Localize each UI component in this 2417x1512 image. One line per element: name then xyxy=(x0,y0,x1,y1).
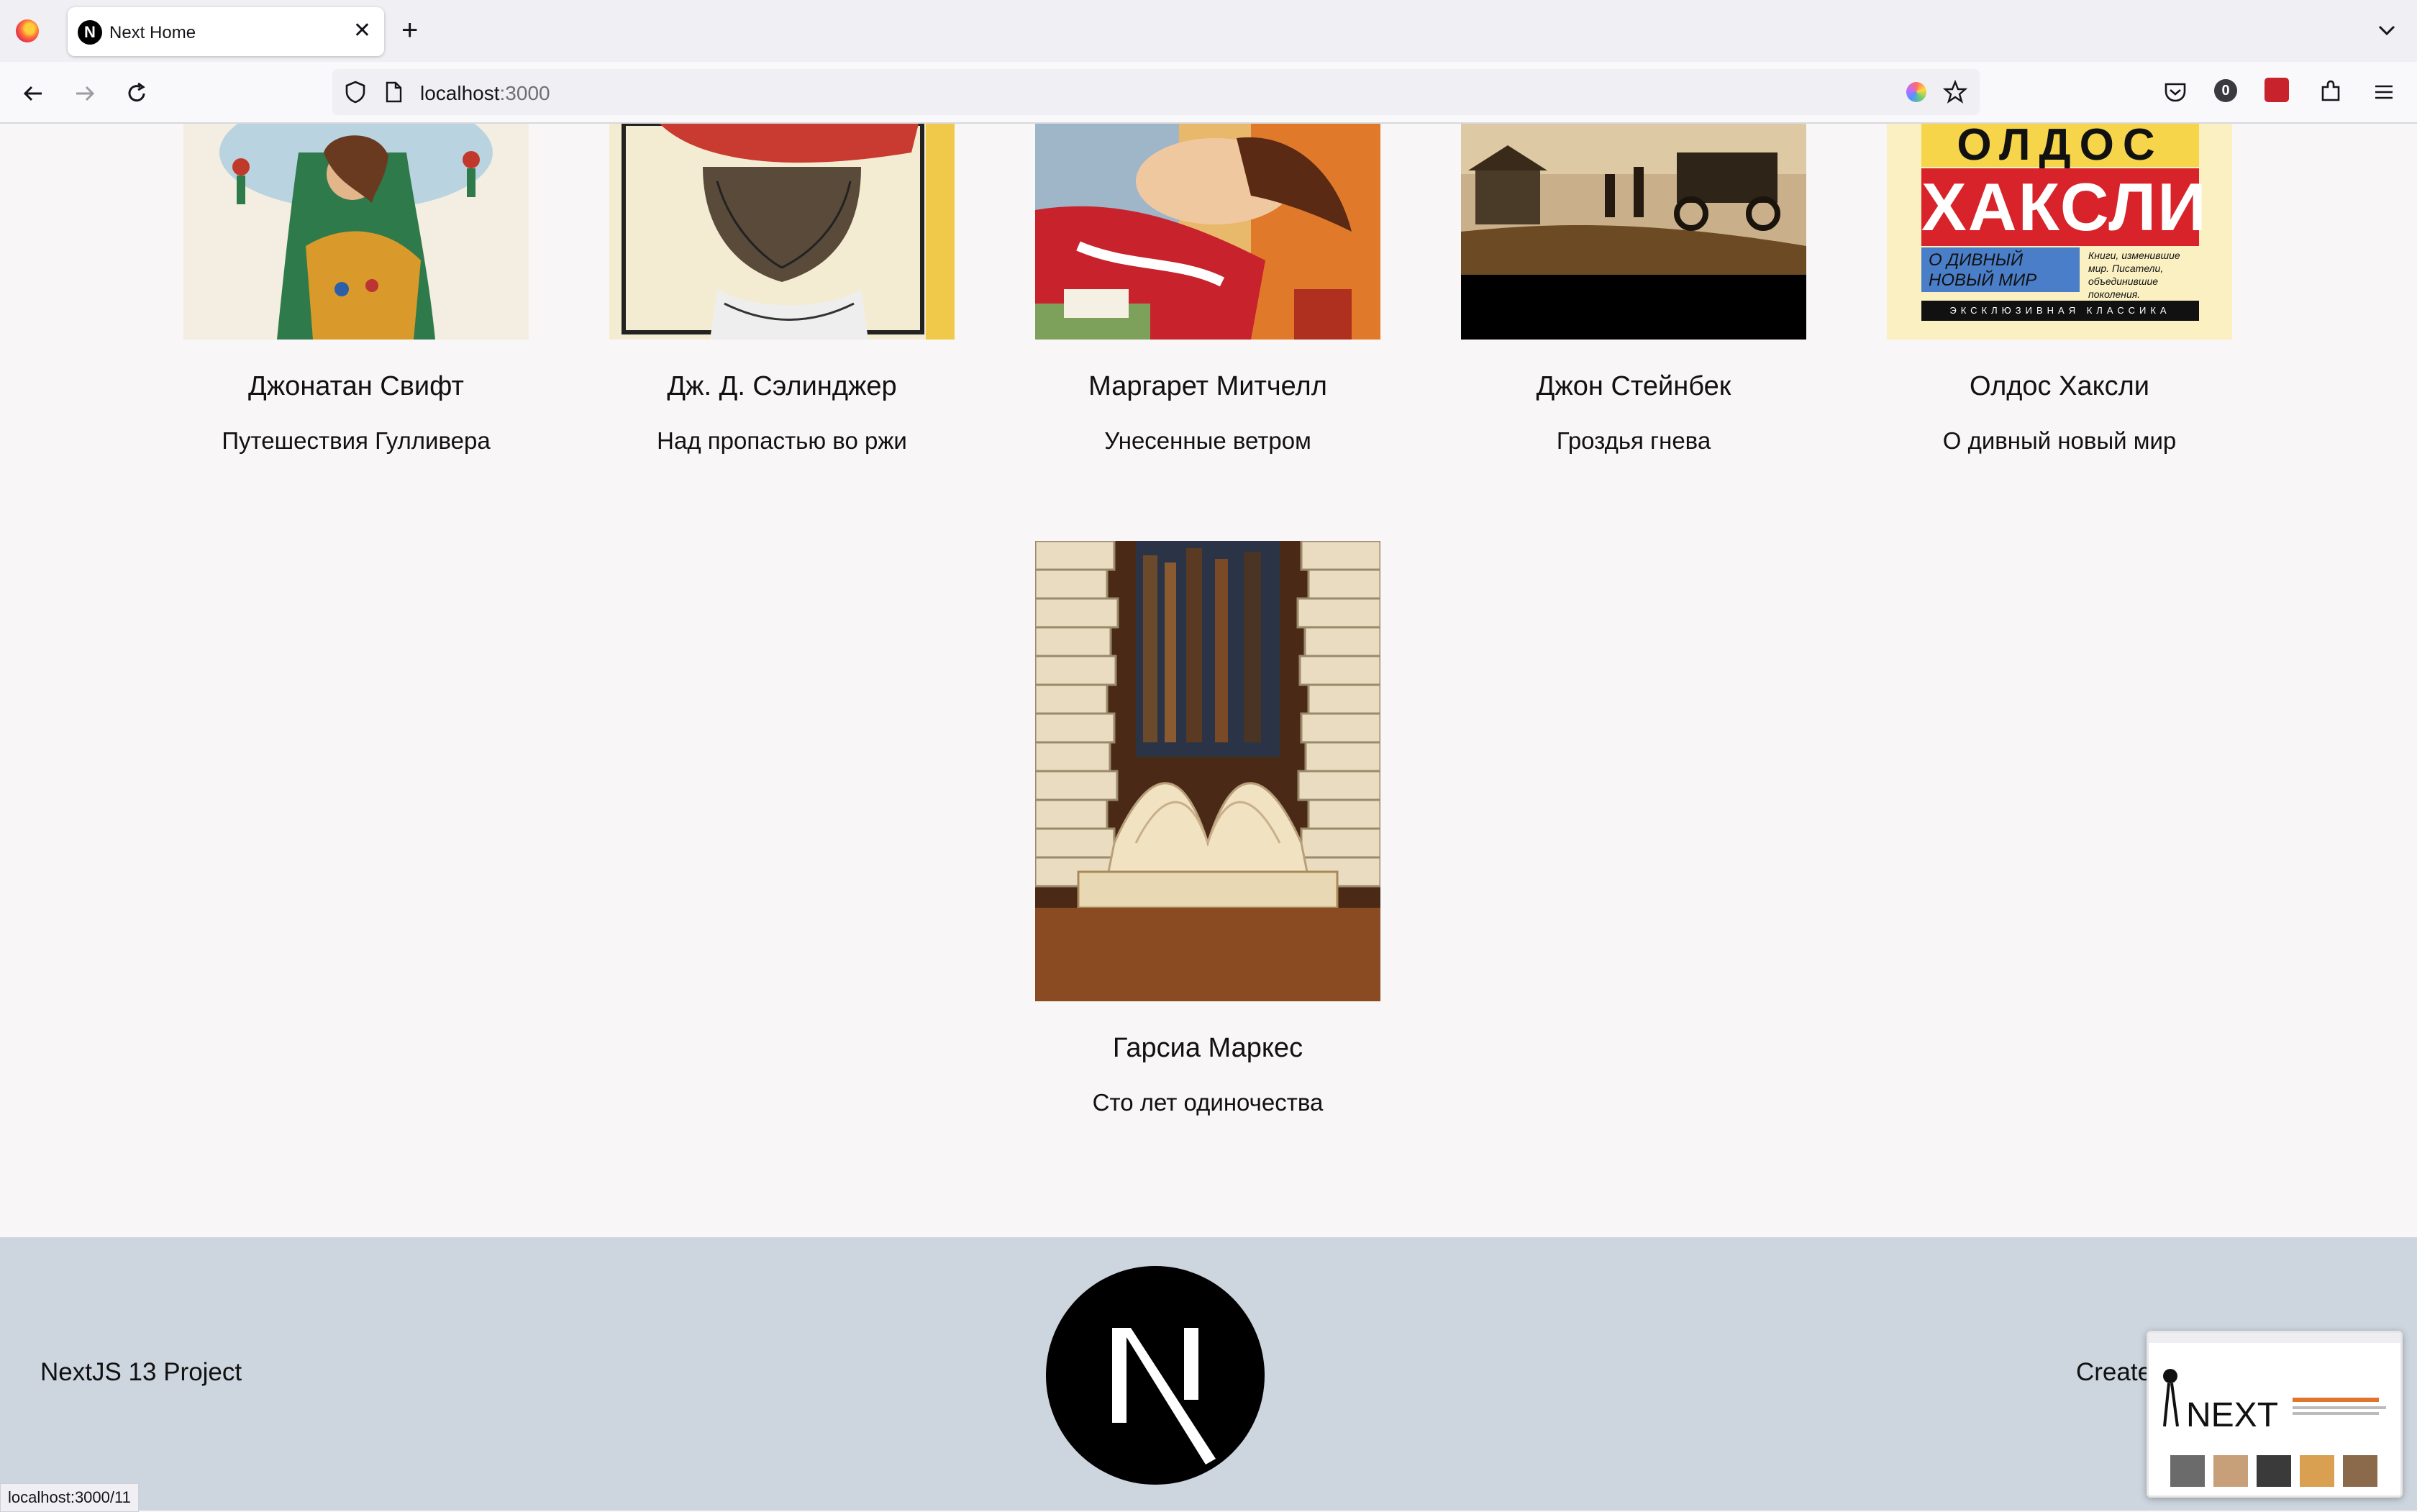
book-author: Джонатан Свифт xyxy=(248,371,464,401)
svg-text:NEXT: NEXT xyxy=(2186,1396,2278,1434)
shield-icon[interactable] xyxy=(342,79,368,105)
red-extension-icon[interactable] xyxy=(2264,78,2289,102)
book-cover[interactable] xyxy=(1461,124,1806,340)
book-title: Сто лет одиночества xyxy=(1092,1089,1324,1116)
site-footer: NextJS 13 Project Create xyxy=(0,1237,2417,1511)
book-cover[interactable]: ОЛДОС ХАКСЛИ О ДИВНЫЙ НОВЫЙ МИР Книги, и… xyxy=(1887,124,2232,340)
grapes-of-wrath-cover-image xyxy=(1461,124,1806,340)
page-preview-thumbnail[interactable]: NEXT xyxy=(2147,1331,2403,1498)
cover-series-text: ЭКСКЛЮЗИВНАЯ КЛАССИКА xyxy=(1921,301,2199,321)
pocket-icon[interactable] xyxy=(2161,78,2190,106)
book-author: Гарсиа Маркес xyxy=(1112,1033,1303,1063)
star-icon[interactable] xyxy=(1942,79,1968,105)
chevron-down-icon[interactable] xyxy=(2374,17,2400,43)
back-icon[interactable] xyxy=(19,79,47,108)
tab-bar: N Next Home ✕ + xyxy=(0,0,2417,62)
footer-create-link[interactable]: Create xyxy=(2076,1358,2152,1387)
gulliver-cover-image xyxy=(183,124,529,340)
extension-badge[interactable]: 0 xyxy=(2214,79,2237,102)
tab-title: Next Home xyxy=(109,23,196,42)
book-title: О дивный новый мир xyxy=(1942,427,2177,454)
extensions-icon[interactable] xyxy=(2316,78,2345,106)
book-title: Гроздья гнева xyxy=(1556,427,1711,454)
footer-project-name: NextJS 13 Project xyxy=(40,1358,242,1386)
book-author: Дж. Д. Сэлинджер xyxy=(667,371,897,401)
nextjs-logo-icon[interactable] xyxy=(1046,1266,1265,1485)
firefox-logo-icon[interactable] xyxy=(16,19,39,42)
book-grid: Джонатан Свифт Путешествия Гулливера Дж.… xyxy=(0,124,2417,1237)
book-title: Путешествия Гулливера xyxy=(222,427,491,454)
book-cover[interactable] xyxy=(1035,124,1380,340)
book-cover[interactable] xyxy=(609,124,955,340)
cover-blurb-text: Книги, изменившие мир. Писатели, объедин… xyxy=(2088,250,2180,300)
cover-title-text: О ДИВНЫЙ НОВЫЙ МИР xyxy=(1921,247,2080,292)
cover-author-text: ХАКСЛИ xyxy=(1921,168,2208,246)
book-title: Над пропастью во ржи xyxy=(657,427,907,454)
open-book-image xyxy=(1035,541,1380,1001)
catcher-cover-image xyxy=(609,124,955,340)
book-author: Джон Стейнбек xyxy=(1536,371,1731,401)
book-cover[interactable] xyxy=(183,124,529,340)
book-title: Унесенные ветром xyxy=(1104,427,1311,454)
url-bar[interactable]: localhost:3000 xyxy=(332,69,1980,115)
preview-image: NEXT xyxy=(2149,1333,2400,1495)
menu-icon[interactable] xyxy=(2370,78,2398,106)
color-extension-icon[interactable] xyxy=(1906,82,1926,102)
cover-top-text: ОЛДОС xyxy=(1921,124,2199,168)
forward-icon[interactable] xyxy=(70,79,99,108)
navigation-toolbar: localhost:3000 xyxy=(0,62,2417,124)
book-cover[interactable] xyxy=(1035,541,1380,1001)
gone-with-wind-cover-image xyxy=(1035,124,1380,340)
book-author: Маргарет Митчелл xyxy=(1088,371,1327,401)
tab-next-home[interactable]: N Next Home ✕ xyxy=(68,7,384,56)
book-author: Олдос Хаксли xyxy=(1969,371,2150,401)
plus-icon[interactable]: + xyxy=(401,14,418,46)
status-bar-url: localhost:3000/11 xyxy=(0,1483,139,1512)
reload-icon[interactable] xyxy=(122,79,151,108)
next-favicon-icon: N xyxy=(78,20,102,45)
close-icon[interactable]: ✕ xyxy=(353,19,371,43)
url-text: localhost:3000 xyxy=(420,82,550,104)
page-icon xyxy=(386,81,402,103)
